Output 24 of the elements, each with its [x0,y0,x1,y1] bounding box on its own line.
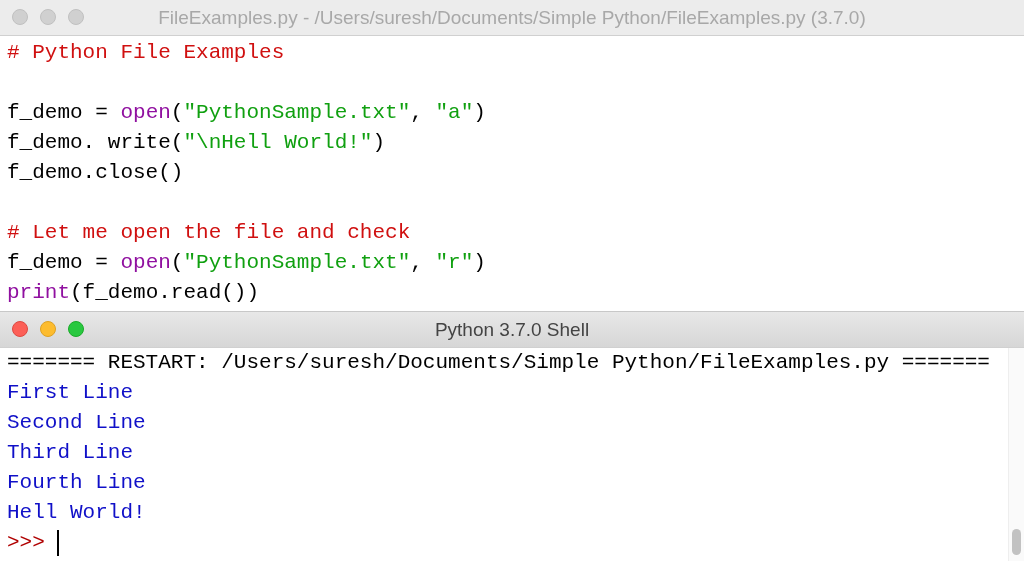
code-line: f_demo = open("PythonSample.txt", "r") [7,250,487,276]
code-line: f_demo.close() [7,160,185,186]
code-line: # Python File Examples [7,40,286,66]
zoom-button[interactable] [68,321,84,337]
shell-output-line: First Line [7,380,135,406]
minimize-button[interactable] [40,9,56,25]
close-button[interactable] [12,321,28,337]
code-line: # Let me open the file and check [7,220,412,246]
shell-prompt: >>> [7,530,45,556]
code-line: print(f_demo.read()) [7,280,261,306]
window-title: FileExamples.py - /Users/suresh/Documents/Simple Python/FileExamples.py (3.7.0) [158,6,866,29]
code-line: f_demo. write("\nHell World!") [7,130,387,156]
close-button[interactable] [12,9,28,25]
zoom-button[interactable] [68,9,84,25]
shell-output-line: ======= RESTART: /Users/suresh/Documents/Simple Python/FileExamples.py ======= [7,350,991,376]
shell-output-line: Fourth Line [7,470,147,496]
window-title: Python 3.7.0 Shell [434,318,590,341]
scrollbar[interactable] [1008,348,1024,561]
shell-output-line: Third Line [7,440,135,466]
minimize-button[interactable] [40,321,56,337]
shell-output-line: Second Line [7,410,147,436]
shell-output-line: Hell World! [7,500,147,526]
text-cursor [56,530,59,556]
code-line: f_demo = open("PythonSample.txt", "a") [7,100,487,126]
